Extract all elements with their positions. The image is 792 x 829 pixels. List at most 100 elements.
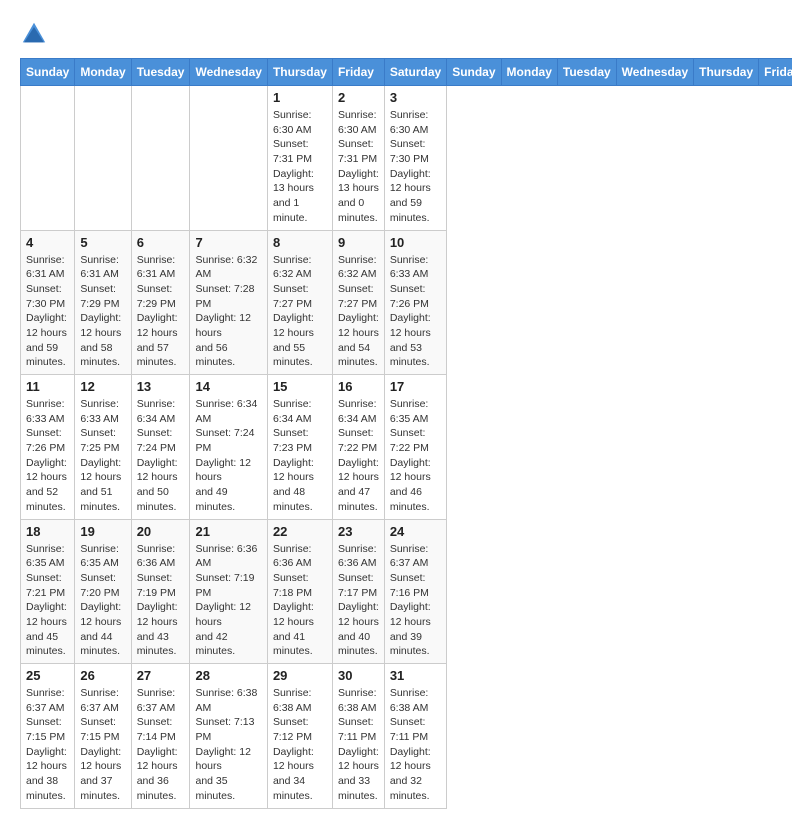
day-number: 15 (273, 379, 327, 394)
day-info: Sunrise: 6:37 AM Sunset: 7:15 PM Dayligh… (80, 686, 125, 804)
day-number: 12 (80, 379, 125, 394)
calendar-week-row: 18 Sunrise: 6:35 AM Sunset: 7:21 PM Dayli… (21, 519, 792, 664)
calendar-cell: 25 Sunrise: 6:37 AM Sunset: 7:15 PM Dayli… (21, 664, 75, 809)
day-info: Sunrise: 6:30 AM Sunset: 7:30 PM Dayligh… (390, 108, 441, 226)
day-info: Sunrise: 6:34 AM Sunset: 7:24 PM Dayligh… (137, 397, 185, 515)
day-info: Sunrise: 6:35 AM Sunset: 7:21 PM Dayligh… (26, 542, 69, 660)
day-number: 14 (195, 379, 261, 394)
day-header-wednesday: Wednesday (190, 59, 267, 86)
day-number: 30 (338, 668, 379, 683)
calendar-cell: 23 Sunrise: 6:36 AM Sunset: 7:17 PM Dayli… (332, 519, 384, 664)
calendar-cell: 26 Sunrise: 6:37 AM Sunset: 7:15 PM Dayli… (75, 664, 131, 809)
calendar-cell: 28 Sunrise: 6:38 AM Sunset: 7:13 PM Dayli… (190, 664, 267, 809)
calendar-cell: 3Sunrise: 6:30 AM Sunset: 7:30 PM Daylig… (384, 86, 446, 231)
day-header-friday: Friday (759, 59, 792, 86)
logo (20, 20, 54, 48)
calendar-cell: 7Sunrise: 6:32 AM Sunset: 7:28 PM Daylig… (190, 230, 267, 375)
day-info: Sunrise: 6:34 AM Sunset: 7:24 PM Dayligh… (195, 397, 261, 515)
calendar-cell: 22Sunrise: 6:36 AM Sunset: 7:18 PM Dayli… (267, 519, 332, 664)
day-header-sunday: Sunday (447, 59, 501, 86)
day-number: 19 (80, 524, 125, 539)
day-number: 16 (338, 379, 379, 394)
calendar-week-row: 4 Sunrise: 6:31 AM Sunset: 7:30 PM Daylig… (21, 230, 792, 375)
day-info: Sunrise: 6:38 AM Sunset: 7:11 PM Dayligh… (390, 686, 441, 804)
day-info: Sunrise: 6:36 AM Sunset: 7:19 PM Dayligh… (137, 542, 185, 660)
day-number: 23 (338, 524, 379, 539)
calendar-cell: 10Sunrise: 6:33 AM Sunset: 7:26 PM Dayli… (384, 230, 446, 375)
calendar-cell: 20 Sunrise: 6:36 AM Sunset: 7:19 PM Dayli… (131, 519, 190, 664)
day-number: 17 (390, 379, 441, 394)
calendar-cell: 18 Sunrise: 6:35 AM Sunset: 7:21 PM Dayli… (21, 519, 75, 664)
day-number: 22 (273, 524, 327, 539)
day-number: 24 (390, 524, 441, 539)
calendar-cell: 16 Sunrise: 6:34 AM Sunset: 7:22 PM Dayli… (332, 375, 384, 520)
calendar-cell: 2 Sunrise: 6:30 AM Sunset: 7:31 PM Daylig… (332, 86, 384, 231)
day-info: Sunrise: 6:34 AM Sunset: 7:23 PM Dayligh… (273, 397, 327, 515)
day-info: Sunrise: 6:31 AM Sunset: 7:30 PM Dayligh… (26, 253, 69, 371)
calendar-header-row: SundayMondayTuesdayWednesdayThursdayFrid… (21, 59, 792, 86)
calendar-cell (131, 86, 190, 231)
calendar-cell: 30 Sunrise: 6:38 AM Sunset: 7:11 PM Dayli… (332, 664, 384, 809)
day-info: Sunrise: 6:37 AM Sunset: 7:16 PM Dayligh… (390, 542, 441, 660)
calendar-cell: 1 Sunrise: 6:30 AM Sunset: 7:31 PM Daylig… (267, 86, 332, 231)
day-info: Sunrise: 6:31 AM Sunset: 7:29 PM Dayligh… (80, 253, 125, 371)
day-number: 31 (390, 668, 441, 683)
day-number: 26 (80, 668, 125, 683)
day-header-friday: Friday (332, 59, 384, 86)
day-info: Sunrise: 6:34 AM Sunset: 7:22 PM Dayligh… (338, 397, 379, 515)
day-number: 1 (273, 90, 327, 105)
day-header-saturday: Saturday (384, 59, 446, 86)
day-header-monday: Monday (75, 59, 131, 86)
day-number: 9 (338, 235, 379, 250)
day-header-tuesday: Tuesday (131, 59, 190, 86)
day-header-monday: Monday (501, 59, 557, 86)
calendar-cell: 19Sunrise: 6:35 AM Sunset: 7:20 PM Dayli… (75, 519, 131, 664)
day-info: Sunrise: 6:37 AM Sunset: 7:14 PM Dayligh… (137, 686, 185, 804)
day-number: 25 (26, 668, 69, 683)
day-info: Sunrise: 6:36 AM Sunset: 7:17 PM Dayligh… (338, 542, 379, 660)
calendar-cell: 4 Sunrise: 6:31 AM Sunset: 7:30 PM Daylig… (21, 230, 75, 375)
calendar-cell: 27 Sunrise: 6:37 AM Sunset: 7:14 PM Dayli… (131, 664, 190, 809)
day-number: 28 (195, 668, 261, 683)
calendar-cell: 13Sunrise: 6:34 AM Sunset: 7:24 PM Dayli… (131, 375, 190, 520)
day-number: 8 (273, 235, 327, 250)
day-header-thursday: Thursday (694, 59, 759, 86)
calendar-cell: 12Sunrise: 6:33 AM Sunset: 7:25 PM Dayli… (75, 375, 131, 520)
calendar-cell: 14 Sunrise: 6:34 AM Sunset: 7:24 PM Dayli… (190, 375, 267, 520)
day-info: Sunrise: 6:37 AM Sunset: 7:15 PM Dayligh… (26, 686, 69, 804)
day-info: Sunrise: 6:32 AM Sunset: 7:27 PM Dayligh… (338, 253, 379, 371)
calendar-week-row: 25 Sunrise: 6:37 AM Sunset: 7:15 PM Dayli… (21, 664, 792, 809)
day-info: Sunrise: 6:35 AM Sunset: 7:22 PM Dayligh… (390, 397, 441, 515)
day-number: 4 (26, 235, 69, 250)
day-info: Sunrise: 6:36 AM Sunset: 7:19 PM Dayligh… (195, 542, 261, 660)
day-number: 5 (80, 235, 125, 250)
day-info: Sunrise: 6:30 AM Sunset: 7:31 PM Dayligh… (273, 108, 327, 226)
day-info: Sunrise: 6:33 AM Sunset: 7:26 PM Dayligh… (390, 253, 441, 371)
day-number: 11 (26, 379, 69, 394)
page-header (20, 20, 772, 48)
logo-icon (20, 20, 48, 48)
day-info: Sunrise: 6:38 AM Sunset: 7:13 PM Dayligh… (195, 686, 261, 804)
calendar-cell: 24 Sunrise: 6:37 AM Sunset: 7:16 PM Dayli… (384, 519, 446, 664)
calendar-table: SundayMondayTuesdayWednesdayThursdayFrid… (20, 58, 792, 809)
day-info: Sunrise: 6:38 AM Sunset: 7:11 PM Dayligh… (338, 686, 379, 804)
calendar-cell: 8Sunrise: 6:32 AM Sunset: 7:27 PM Daylig… (267, 230, 332, 375)
day-header-sunday: Sunday (21, 59, 75, 86)
calendar-cell: 21 Sunrise: 6:36 AM Sunset: 7:19 PM Dayli… (190, 519, 267, 664)
day-number: 20 (137, 524, 185, 539)
day-number: 29 (273, 668, 327, 683)
calendar-cell: 17 Sunrise: 6:35 AM Sunset: 7:22 PM Dayli… (384, 375, 446, 520)
calendar-cell: 31 Sunrise: 6:38 AM Sunset: 7:11 PM Dayli… (384, 664, 446, 809)
day-number: 27 (137, 668, 185, 683)
day-info: Sunrise: 6:38 AM Sunset: 7:12 PM Dayligh… (273, 686, 327, 804)
day-header-thursday: Thursday (267, 59, 332, 86)
day-info: Sunrise: 6:30 AM Sunset: 7:31 PM Dayligh… (338, 108, 379, 226)
calendar-week-row: 11 Sunrise: 6:33 AM Sunset: 7:26 PM Dayli… (21, 375, 792, 520)
calendar-cell: 9 Sunrise: 6:32 AM Sunset: 7:27 PM Daylig… (332, 230, 384, 375)
day-number: 2 (338, 90, 379, 105)
day-info: Sunrise: 6:31 AM Sunset: 7:29 PM Dayligh… (137, 253, 185, 371)
day-info: Sunrise: 6:33 AM Sunset: 7:26 PM Dayligh… (26, 397, 69, 515)
day-number: 18 (26, 524, 69, 539)
day-number: 21 (195, 524, 261, 539)
day-info: Sunrise: 6:32 AM Sunset: 7:28 PM Dayligh… (195, 253, 261, 371)
